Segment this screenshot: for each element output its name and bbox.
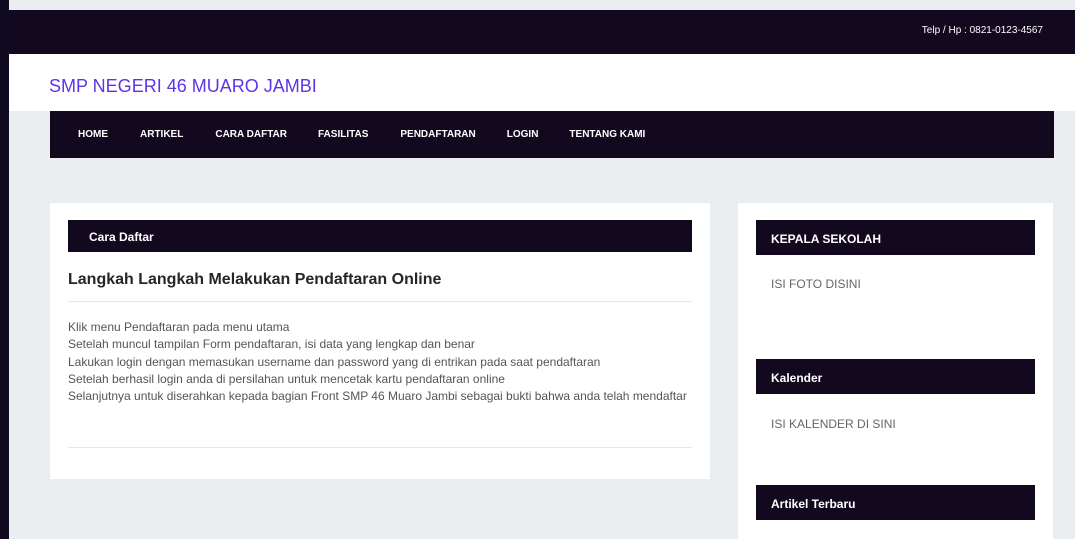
- main-content-card: Cara Daftar Langkah Langkah Melakukan Pe…: [50, 203, 710, 479]
- step-item: Setelah berhasil login anda di persilaha…: [68, 371, 505, 386]
- divider: [68, 301, 692, 302]
- kalender-placeholder: ISI KALENDER DI SINI: [771, 417, 896, 431]
- browser-viewport: Telp / Hp : 0821-0123-4567 SMP NEGERI 46…: [0, 0, 1075, 539]
- widget-header-kepala-sekolah: KEPALA SEKOLAH: [756, 220, 1035, 255]
- nav-item-login[interactable]: LOGIN: [507, 129, 539, 140]
- step-item: Lakukan login dengan memasukan username …: [68, 354, 601, 369]
- left-edge: [0, 0, 9, 539]
- nav-item-tentang-kami[interactable]: TENTANG KAMI: [569, 129, 645, 140]
- phone-contact: Telp / Hp : 0821-0123-4567: [921, 25, 1043, 36]
- nav-menu: HOME ARTIKEL CARA DAFTAR FASILITAS PENDA…: [50, 111, 1054, 158]
- section-header-cara-daftar: Cara Daftar: [68, 220, 692, 252]
- nav-item-artikel[interactable]: ARTIKEL: [140, 129, 183, 140]
- kepala-sekolah-photo-placeholder: ISI FOTO DISINI: [771, 277, 861, 291]
- step-item: Selanjutnya untuk diserahkan kepada bagi…: [68, 389, 687, 404]
- nav-item-cara-daftar[interactable]: CARA DAFTAR: [215, 129, 287, 140]
- page: Telp / Hp : 0821-0123-4567 SMP NEGERI 46…: [9, 0, 1075, 539]
- site-header: SMP NEGERI 46 MUARO JAMBI: [9, 54, 1075, 111]
- widget-header-kalender: Kalender: [756, 359, 1035, 394]
- main-nav: HOME ARTIKEL CARA DAFTAR FASILITAS PENDA…: [50, 111, 1054, 158]
- widget-header-artikel-terbaru: Artikel Terbaru: [756, 485, 1035, 520]
- steps-list: Klik menu Pendaftaran pada menu utama Se…: [68, 319, 692, 405]
- step-item: Setelah muncul tampilan Form pendaftaran…: [68, 337, 475, 352]
- divider: [68, 447, 692, 448]
- article-title: Langkah Langkah Melakukan Pendaftaran On…: [68, 271, 442, 288]
- nav-item-home[interactable]: HOME: [78, 129, 108, 140]
- step-item: Klik menu Pendaftaran pada menu utama: [68, 320, 290, 334]
- top-bar: Telp / Hp : 0821-0123-4567: [9, 10, 1075, 54]
- sidebar: KEPALA SEKOLAH ISI FOTO DISINI Kalender …: [738, 203, 1053, 539]
- nav-item-pendaftaran[interactable]: PENDAFTARAN: [400, 129, 475, 140]
- site-title-link[interactable]: SMP NEGERI 46 MUARO JAMBI: [49, 76, 317, 97]
- nav-item-fasilitas[interactable]: FASILITAS: [318, 129, 368, 140]
